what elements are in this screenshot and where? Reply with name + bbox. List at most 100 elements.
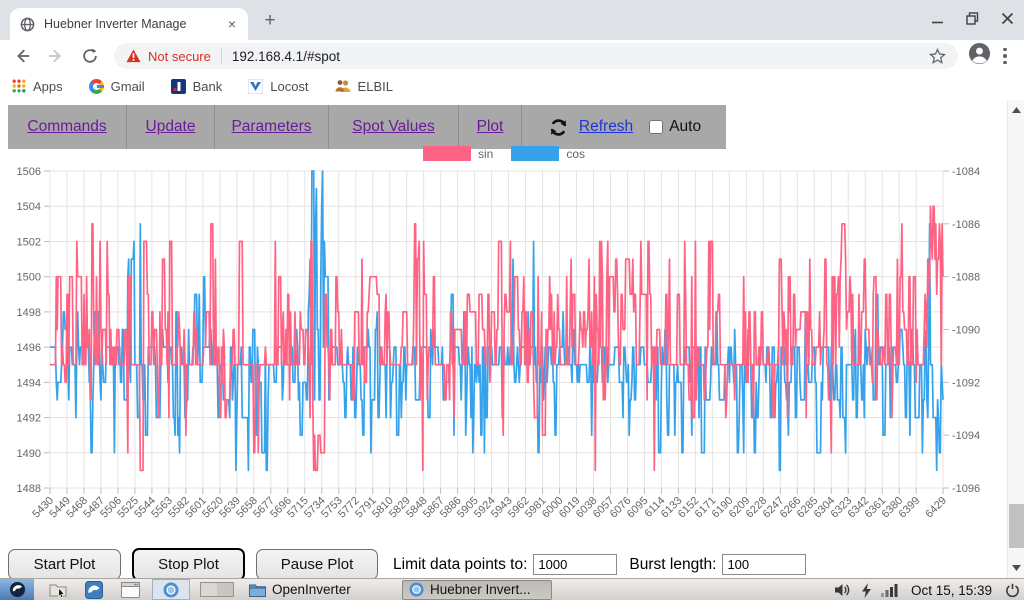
burst-label: Burst length: (629, 556, 716, 574)
refresh-link[interactable]: Refresh (579, 118, 633, 136)
legend-label: sin (478, 147, 493, 161)
chart-legend: sin cos (0, 146, 1008, 161)
blue-swoosh-icon (85, 581, 103, 599)
svg-text:1490: 1490 (17, 448, 41, 460)
chromium-launcher-slot[interactable] (152, 579, 190, 600)
nav-cell: Update (127, 105, 215, 149)
bookmark-locost[interactable]: Locost (248, 79, 308, 94)
terminal-launcher[interactable] (118, 580, 142, 600)
svg-text:-1094: -1094 (952, 430, 980, 442)
burst-input[interactable] (722, 554, 806, 575)
nav-cell: Parameters (215, 105, 329, 149)
minimize-icon[interactable] (931, 12, 944, 25)
limit-label: Limit data points to: (393, 556, 527, 574)
lubuntu-logo-icon (9, 581, 26, 598)
screen: Huebner Inverter Manage × + Not secure (0, 0, 1024, 600)
svg-text:-1096: -1096 (952, 483, 980, 495)
address-bar[interactable]: Not secure 192.168.4.1/#spot (114, 43, 958, 69)
svg-text:1502: 1502 (17, 236, 41, 248)
file-manager-launcher[interactable] (46, 580, 70, 600)
browser-toolbar: Not secure 192.168.4.1/#spot (0, 40, 1024, 72)
file-manager-icon (49, 582, 68, 598)
google-g-icon (89, 79, 104, 94)
svg-text:1506: 1506 (17, 166, 41, 178)
folder-icon (249, 583, 266, 597)
taskbar: OpenInverter Huebner Invert... Oct 15, (0, 578, 1024, 600)
taskbar-clock[interactable]: Oct 15, 15:39 (911, 583, 992, 598)
svg-text:1500: 1500 (17, 272, 41, 284)
bookmarks-bar: Apps Gmail Bank Locost (0, 72, 1024, 100)
svg-text:1494: 1494 (17, 377, 41, 389)
scrollbar-thumb[interactable] (1009, 504, 1024, 548)
bookmark-elbil[interactable]: ELBIL (335, 79, 393, 94)
nav-cell: Commands (8, 105, 127, 149)
start-menu-button[interactable] (0, 579, 34, 600)
nav-link-plot[interactable]: Plot (477, 118, 504, 136)
bookmark-gmail[interactable]: Gmail (89, 79, 145, 94)
legend-label: cos (566, 147, 585, 161)
start-plot-button[interactable]: Start Plot (8, 549, 121, 578)
back-button[interactable] (10, 44, 34, 68)
svg-text:-1092: -1092 (952, 377, 980, 389)
bookmark-bank[interactable]: Bank (171, 79, 223, 94)
not-secure-warning-icon (126, 49, 141, 63)
profile-avatar[interactable] (968, 42, 991, 70)
tab-close-icon[interactable]: × (224, 16, 240, 32)
svg-text:6429: 6429 (923, 495, 949, 521)
legend-swatch (423, 146, 471, 161)
people-icon (335, 79, 351, 93)
url-text: 192.168.4.1/#spot (232, 49, 340, 64)
legend-item-sin[interactable]: sin (423, 146, 493, 161)
window-close-icon[interactable] (1001, 12, 1014, 25)
power-charging-icon[interactable] (861, 583, 872, 598)
bank-logo-icon (171, 79, 186, 94)
svg-text:1488: 1488 (17, 483, 41, 495)
desktop-pager[interactable] (200, 582, 234, 597)
restore-icon[interactable] (966, 12, 979, 25)
plot-controls: Start Plot Stop Plot Pause Plot Limit da… (8, 548, 806, 578)
tab-strip: Huebner Inverter Manage × + (0, 0, 1024, 40)
browser-tab[interactable]: Huebner Inverter Manage × (10, 8, 248, 40)
nav-link-commands[interactable]: Commands (27, 118, 106, 136)
reload-button[interactable] (78, 44, 102, 68)
terminal-window-icon (121, 582, 140, 598)
nav-link-parameters[interactable]: Parameters (231, 118, 311, 136)
nav-cell: Spot Values (329, 105, 459, 149)
svg-text:1498: 1498 (17, 307, 41, 319)
svg-text:1504: 1504 (17, 201, 41, 213)
forward-button[interactable] (44, 44, 68, 68)
bookmark-apps[interactable]: Apps (12, 79, 63, 94)
page-viewport: Commands Update Parameters Spot Values P… (0, 100, 1024, 578)
bookmark-star-icon[interactable] (929, 48, 946, 65)
scroll-up-arrow[interactable] (1008, 102, 1024, 118)
svg-text:1496: 1496 (17, 342, 41, 354)
tab-title: Huebner Inverter Manage (44, 17, 224, 31)
chromium-icon (409, 582, 424, 597)
stop-plot-button[interactable]: Stop Plot (132, 548, 245, 578)
svg-text:-1086: -1086 (952, 219, 980, 231)
nav-link-update[interactable]: Update (146, 118, 196, 136)
task-openinverter[interactable]: OpenInverter (243, 580, 393, 600)
limit-input[interactable] (533, 554, 617, 575)
legend-item-cos[interactable]: cos (511, 146, 585, 161)
page-scrollbar[interactable] (1007, 100, 1024, 578)
pause-plot-button[interactable]: Pause Plot (256, 549, 378, 578)
series-line-sin (50, 206, 943, 470)
spot-values-chart: 1506150415021500149814961494149214901488… (0, 162, 1008, 544)
auto-checkbox[interactable] (649, 120, 663, 134)
apps-grid-icon (12, 79, 26, 93)
scroll-down-arrow[interactable] (1008, 560, 1024, 576)
volume-icon[interactable] (835, 583, 852, 597)
shutdown-icon[interactable] (1005, 583, 1020, 598)
nav-cell-refresh: Refresh Auto (522, 105, 726, 149)
locost-logo-icon (248, 79, 263, 94)
task-huebner-inverter[interactable]: Huebner Invert... (402, 580, 552, 600)
legend-swatch (511, 146, 559, 161)
svg-text:-1088: -1088 (952, 272, 980, 284)
new-tab-button[interactable]: + (258, 9, 282, 33)
network-signal-icon[interactable] (881, 583, 898, 597)
desktop-launcher[interactable] (82, 580, 106, 600)
browser-menu-icon[interactable] (1003, 48, 1007, 65)
nav-link-spot-values[interactable]: Spot Values (352, 118, 434, 136)
refresh-icon[interactable] (547, 116, 570, 139)
